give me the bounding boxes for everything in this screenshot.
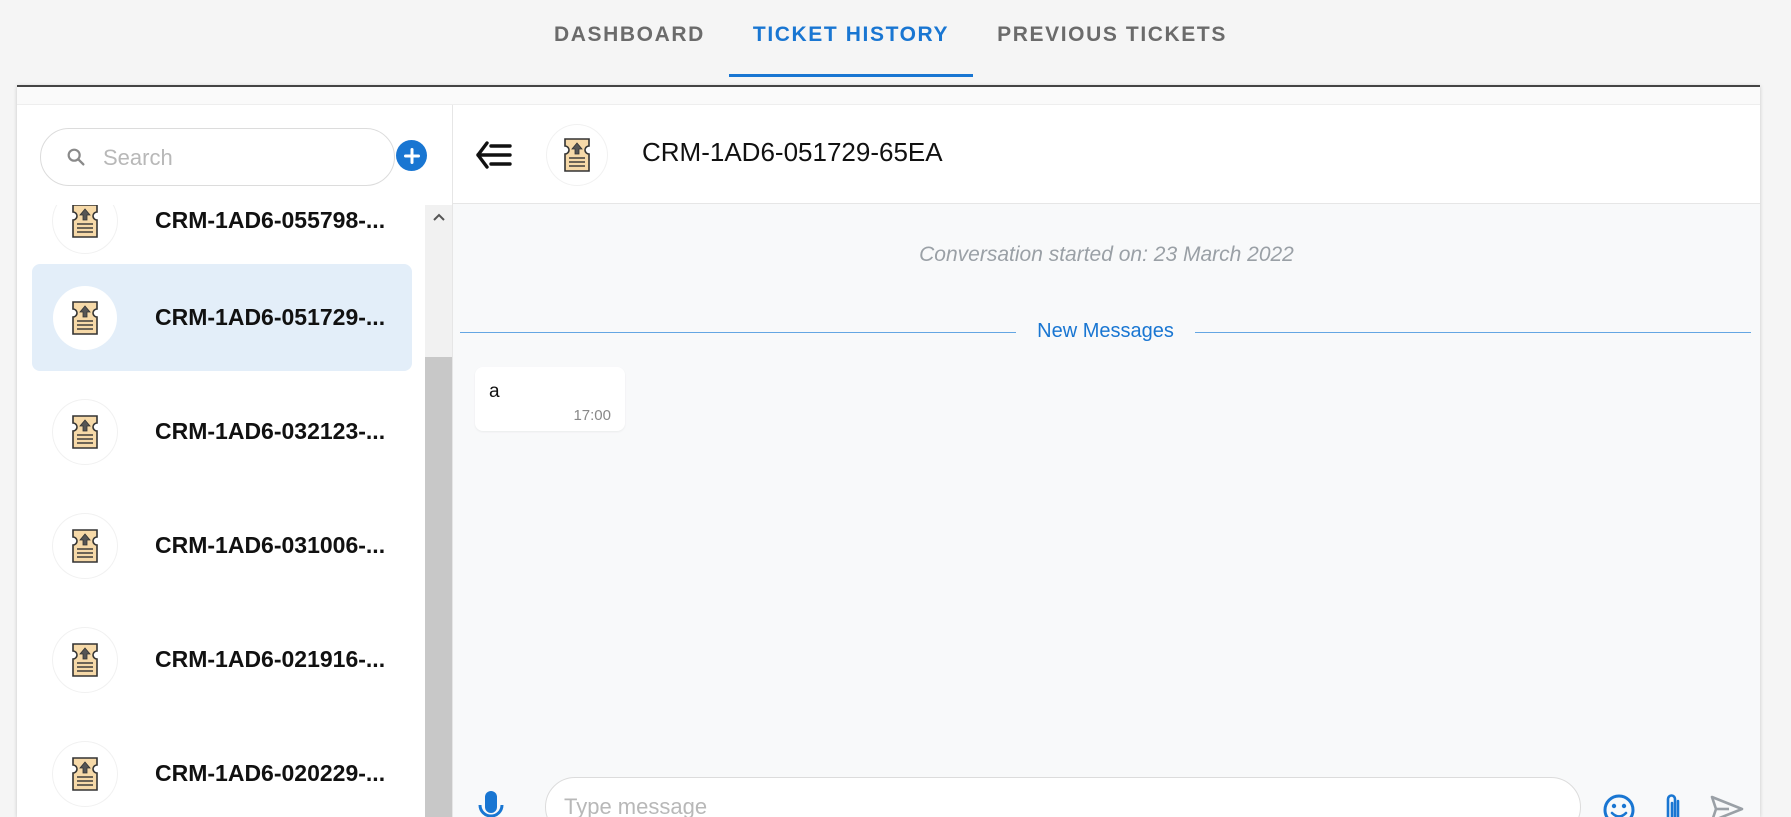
avatar bbox=[53, 627, 117, 692]
tab-previous-tickets[interactable]: PREVIOUS TICKETS bbox=[973, 0, 1251, 77]
chevron-up-icon bbox=[432, 213, 445, 221]
list-item-label: CRM-1AD6-031006-... bbox=[155, 532, 386, 558]
divider-line bbox=[1195, 332, 1751, 333]
tab-dashboard[interactable]: DASHBOARD bbox=[530, 0, 729, 77]
ticket-icon bbox=[72, 205, 98, 238]
attach-button[interactable] bbox=[1660, 791, 1686, 817]
message-composer bbox=[453, 753, 1760, 817]
message-time: 17:00 bbox=[573, 407, 611, 424]
ticket-list: CRM-1AD6-055798-... CRM-1AD6-051729-... bbox=[17, 205, 425, 817]
paperclip-icon bbox=[1666, 794, 1680, 817]
list-item-ticket-021916[interactable]: CRM-1AD6-021916-... bbox=[32, 606, 412, 713]
emoji-icon bbox=[1603, 794, 1635, 817]
chat-title: CRM-1AD6-051729-65EA bbox=[642, 137, 943, 167]
add-ticket-button[interactable] bbox=[396, 140, 427, 171]
avatar bbox=[53, 285, 117, 350]
menu-back-icon bbox=[476, 141, 512, 169]
tab-ticket-history[interactable]: TICKET HISTORY bbox=[728, 0, 974, 77]
plus-circle-icon bbox=[403, 147, 420, 164]
ticket-icon bbox=[72, 528, 98, 563]
avatar bbox=[53, 741, 117, 806]
search-input[interactable] bbox=[103, 139, 383, 177]
send-icon bbox=[1710, 795, 1744, 817]
ticket-icon bbox=[564, 138, 590, 172]
list-item-ticket-031006[interactable]: CRM-1AD6-031006-... bbox=[32, 492, 412, 599]
list-item-ticket-032123[interactable]: CRM-1AD6-032123-... bbox=[32, 378, 412, 485]
avatar bbox=[53, 205, 117, 253]
emoji-button[interactable] bbox=[1602, 793, 1636, 817]
collapse-sidebar-button[interactable] bbox=[475, 138, 515, 172]
chat-header: CRM-1AD6-051729-65EA bbox=[453, 105, 1760, 204]
scroll-up-button[interactable] bbox=[425, 205, 452, 229]
chat-panel: CRM-1AD6-051729-65EA Conversation starte… bbox=[453, 105, 1760, 817]
ticket-sidebar: CRM-1AD6-055798-... CRM-1AD6-051729-... bbox=[17, 105, 453, 817]
message-input[interactable] bbox=[545, 777, 1581, 817]
list-item-label: CRM-1AD6-021916-... bbox=[155, 646, 386, 672]
list-scrollbar[interactable] bbox=[425, 205, 452, 817]
tab-bar: DASHBOARD TICKET HISTORY PREVIOUS TICKET… bbox=[530, 0, 1251, 77]
top-navigation: DASHBOARD TICKET HISTORY PREVIOUS TICKET… bbox=[0, 0, 1791, 77]
ticket-icon bbox=[72, 300, 98, 335]
ticket-icon bbox=[72, 642, 98, 677]
list-item-label: CRM-1AD6-051729-... bbox=[155, 304, 386, 330]
send-button[interactable] bbox=[1709, 793, 1745, 817]
ticket-icon bbox=[72, 414, 98, 449]
new-messages-divider: New Messages bbox=[1037, 320, 1174, 342]
list-item-label: CRM-1AD6-055798-... bbox=[155, 207, 386, 233]
conversation-started-text: Conversation started on: 23 March 2022 bbox=[919, 243, 1294, 266]
message-text: a bbox=[489, 381, 500, 402]
list-item-ticket-020229[interactable]: CRM-1AD6-020229-... bbox=[32, 720, 412, 817]
message-bubble: a 17:00 bbox=[475, 367, 625, 431]
list-item-ticket-051729[interactable]: CRM-1AD6-051729-... bbox=[32, 264, 412, 371]
scroll-thumb[interactable] bbox=[425, 357, 452, 817]
search-box[interactable] bbox=[40, 128, 395, 186]
card-top-strip bbox=[17, 87, 1760, 105]
main-card: CRM-1AD6-055798-... CRM-1AD6-051729-... bbox=[17, 85, 1760, 817]
avatar bbox=[53, 513, 117, 578]
avatar bbox=[53, 399, 117, 464]
search-icon bbox=[67, 148, 85, 166]
avatar bbox=[547, 125, 607, 185]
microphone-button[interactable] bbox=[475, 789, 507, 817]
list-item-label: CRM-1AD6-020229-... bbox=[155, 760, 386, 786]
microphone-icon bbox=[478, 791, 504, 817]
divider-line bbox=[460, 332, 1016, 333]
list-item-label: CRM-1AD6-032123-... bbox=[155, 418, 386, 444]
ticket-icon bbox=[72, 756, 98, 791]
